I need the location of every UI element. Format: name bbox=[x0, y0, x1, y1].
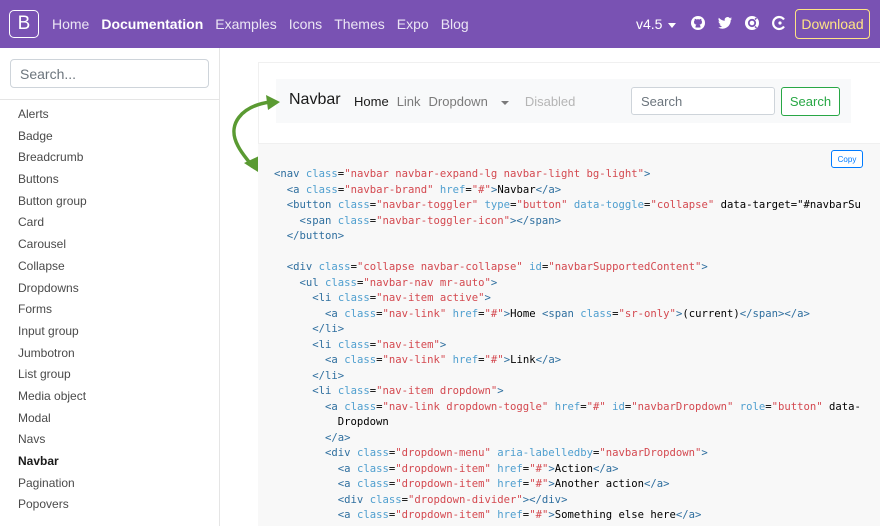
twitter-icon[interactable] bbox=[717, 15, 733, 31]
code-line: <div class="dropdown-divider"></div> bbox=[337, 493, 568, 506]
social-icons bbox=[690, 15, 787, 31]
sidebar-item-input-group[interactable]: Input group bbox=[18, 321, 87, 343]
code-line: <div class="dropdown-menu" aria-labelled… bbox=[325, 447, 708, 459]
code-line: <span class="navbar-toggler-icon"></span… bbox=[299, 214, 562, 227]
sidebar-item-popovers[interactable]: Popovers bbox=[18, 494, 87, 516]
code-line: </li> bbox=[312, 323, 345, 335]
demo-navbar-brand[interactable]: Navbar bbox=[289, 91, 341, 109]
demo-search-input[interactable] bbox=[631, 87, 775, 115]
sidebar-item-buttons[interactable]: Buttons bbox=[18, 169, 87, 191]
sidebar-item-modal[interactable]: Modal bbox=[18, 408, 87, 430]
code-line: </li> bbox=[312, 369, 345, 382]
sidebar-item-button-group[interactable]: Button group bbox=[18, 191, 87, 213]
sidebar-item-navs[interactable]: Navs bbox=[18, 429, 87, 451]
demo-navbar: Navbar Home Link Dropdown Disabled Searc… bbox=[276, 79, 851, 123]
top-nav-links: Home Documentation Examples Icons Themes Expo… bbox=[52, 0, 481, 48]
sidebar-search-area bbox=[0, 48, 219, 100]
code-line: <a class="nav-link" href="#">Link</a> bbox=[325, 354, 562, 366]
bootstrap-logo[interactable]: B bbox=[9, 10, 39, 38]
version-label: v4.5 bbox=[636, 16, 663, 32]
sidebar-item-badge[interactable]: Badge bbox=[18, 126, 87, 148]
top-navbar: B Home Documentation Examples Icons Themes Ex… bbox=[0, 0, 880, 48]
code-line: <a class="dropdown-item" href="#">Anothe… bbox=[337, 478, 670, 490]
code-line: <a class="dropdown-item" href="#">Someth… bbox=[337, 509, 702, 521]
sidebar-item-breadcrumb[interactable]: Breadcrumb bbox=[18, 147, 87, 169]
code-line: <button class="navbar-toggler" type="but… bbox=[286, 199, 861, 211]
sidebar-item-navbar[interactable]: Navbar bbox=[18, 451, 87, 473]
download-button[interactable]: Download bbox=[795, 9, 870, 39]
top-nav-home[interactable]: Home bbox=[52, 16, 89, 32]
code-line: <ul class="navbar-nav mr-auto"> bbox=[299, 276, 498, 289]
demo-nav-home[interactable]: Home bbox=[354, 94, 389, 109]
code-line: Dropdown bbox=[274, 416, 389, 428]
version-dropdown[interactable]: v4.5 bbox=[636, 16, 677, 32]
demo-nav-disabled: Disabled bbox=[524, 94, 576, 109]
brand-letter: B bbox=[17, 13, 31, 34]
caret-down-icon bbox=[500, 100, 509, 105]
top-nav-blog[interactable]: Blog bbox=[441, 16, 469, 32]
code-line: <li class="nav-item active"> bbox=[312, 292, 491, 304]
code-line: <a class="nav-link dropdown-toggle" href… bbox=[325, 400, 861, 413]
sidebar-item-list-group[interactable]: List group bbox=[18, 364, 87, 386]
code-line: </button> bbox=[286, 230, 345, 242]
sidebar-item-alerts[interactable]: Alerts bbox=[18, 104, 87, 126]
code-line: <a class="nav-link" href="#">Home <span … bbox=[325, 307, 810, 320]
demo-nav-link[interactable]: Link bbox=[397, 94, 421, 109]
demo-nav-links: Home Link Dropdown Disabled bbox=[354, 94, 583, 109]
code-line: </a> bbox=[325, 431, 351, 444]
sidebar-nav-list: Alerts Badge Breadcrumb Buttons Button group… bbox=[18, 104, 87, 516]
caret-down-icon bbox=[668, 22, 677, 28]
demo-search-button[interactable]: Search bbox=[781, 87, 840, 116]
code-line: <nav class="navbar navbar-expand-lg navb… bbox=[274, 168, 651, 180]
code-line: <a class="navbar-brand" href="#">Navbar<… bbox=[286, 183, 562, 196]
sidebar-item-collapse[interactable]: Collapse bbox=[18, 256, 87, 278]
github-icon[interactable] bbox=[690, 15, 706, 31]
top-nav-documentation[interactable]: Documentation bbox=[101, 16, 203, 32]
code-line: <li class="nav-item dropdown"> bbox=[312, 385, 504, 397]
code-line: <div class="collapse navbar-collapse" id… bbox=[286, 261, 708, 273]
sidebar-item-carousel[interactable]: Carousel bbox=[18, 234, 87, 256]
top-nav-expo[interactable]: Expo bbox=[397, 16, 429, 32]
top-nav-icons[interactable]: Icons bbox=[289, 16, 322, 32]
sidebar-item-card[interactable]: Card bbox=[18, 212, 87, 234]
slack-icon[interactable] bbox=[771, 15, 787, 31]
sidebar-item-dropdowns[interactable]: Dropdowns bbox=[18, 278, 87, 300]
top-nav-themes[interactable]: Themes bbox=[334, 16, 385, 32]
copy-button[interactable]: Copy bbox=[831, 150, 863, 168]
sidebar-item-pagination[interactable]: Pagination bbox=[18, 473, 87, 495]
code-line: <a class="dropdown-item" href="#">Action… bbox=[337, 462, 619, 475]
demo-nav-dropdown[interactable]: Dropdown bbox=[429, 94, 517, 109]
code-block: <nav class="navbar navbar-expand-lg navb… bbox=[274, 167, 869, 524]
sidebar-search-input[interactable] bbox=[10, 59, 209, 88]
sidebar-item-media-object[interactable]: Media object bbox=[18, 386, 87, 408]
top-nav-examples[interactable]: Examples bbox=[215, 16, 276, 32]
docs-sidebar: AlertsBadgeBreadcrumbButtonsButton group… bbox=[0, 48, 220, 526]
code-line: <li class="nav-item"> bbox=[312, 338, 447, 351]
demo-nav-dropdown-label: Dropdown bbox=[428, 94, 488, 109]
sidebar-item-forms[interactable]: Forms bbox=[18, 299, 87, 321]
sidebar-item-jumbotron[interactable]: Jumbotron bbox=[18, 343, 87, 365]
opencollective-icon[interactable] bbox=[744, 15, 760, 31]
